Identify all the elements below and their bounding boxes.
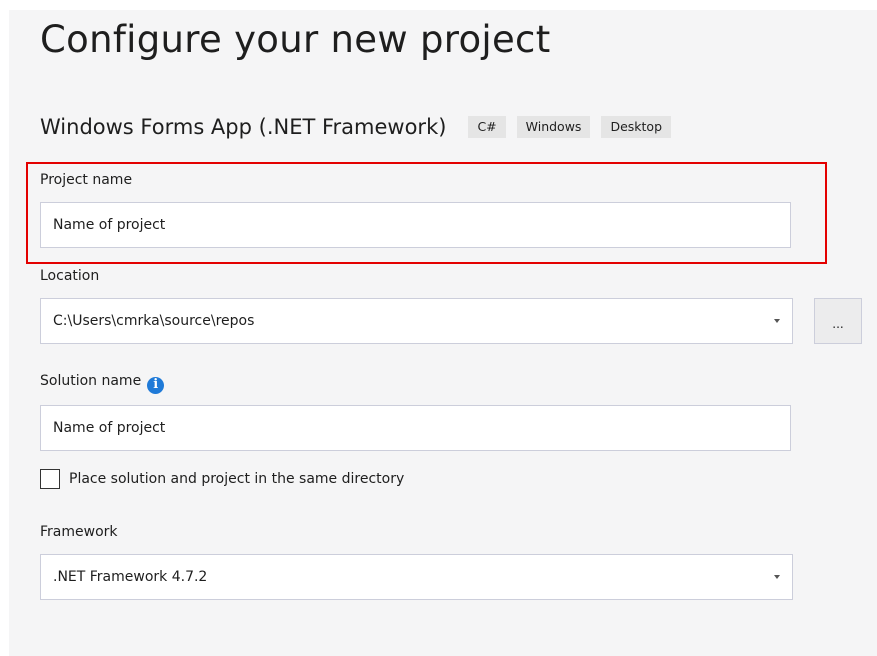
template-header: Windows Forms App (.NET Framework) C# Wi… [40,112,682,142]
chevron-down-icon [774,319,780,323]
info-icon[interactable]: i [147,376,165,394]
tag-language: C# [468,116,506,138]
same-directory-label: Place solution and project in the same d… [69,471,405,487]
project-name-input[interactable] [40,202,791,248]
solution-name-input[interactable] [40,405,791,451]
template-name: Windows Forms App (.NET Framework) [40,115,447,139]
same-directory-option[interactable]: Place solution and project in the same d… [40,469,404,489]
same-directory-checkbox[interactable] [40,469,60,489]
framework-dropdown[interactable]: .NET Framework 4.7.2 [40,554,793,600]
solution-name-label: Solution name [40,373,142,389]
framework-label: Framework [40,524,118,540]
solution-name-label-row: Solution name i [40,372,165,394]
project-name-label: Project name [40,172,133,188]
page-title: Configure your new project [40,18,551,61]
chevron-down-icon [774,575,780,579]
tag-project-type: Desktop [601,116,672,138]
location-label: Location [40,268,100,284]
framework-value: .NET Framework 4.7.2 [53,569,208,585]
tag-platform: Windows [516,116,591,138]
location-value: C:\Users\cmrka\source\repos [53,313,255,329]
location-dropdown[interactable]: C:\Users\cmrka\source\repos [40,298,793,344]
browse-location-button[interactable]: ... [814,298,862,344]
